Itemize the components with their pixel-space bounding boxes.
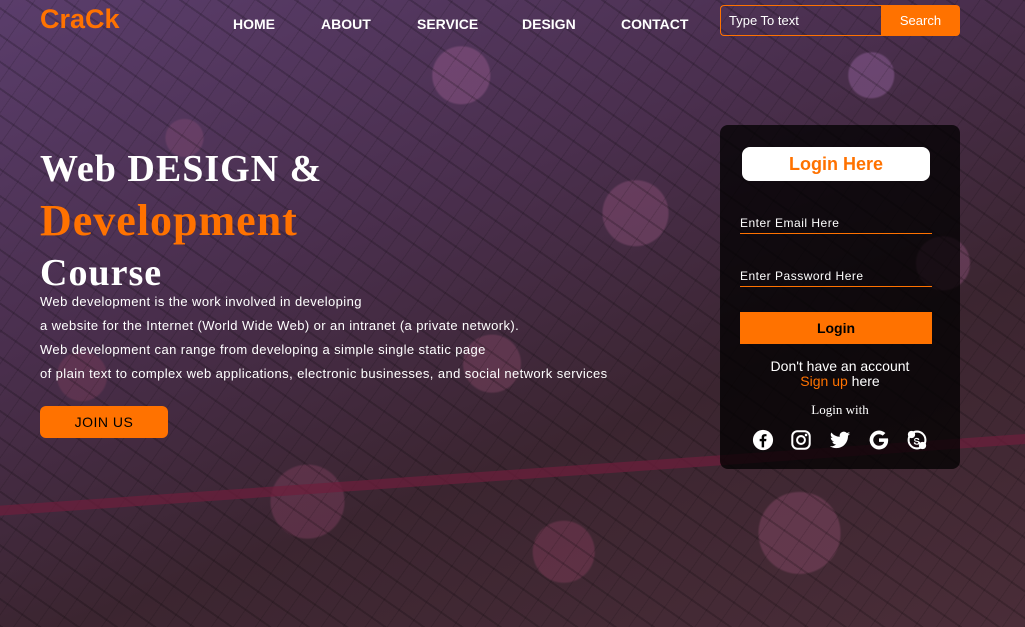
social-login-icons [752, 429, 928, 453]
login-card: Login Here Login Don't have an account S… [720, 125, 960, 469]
nav-service[interactable]: SERVICE [417, 16, 478, 32]
hero-title-line2: Development [40, 196, 298, 245]
nav-design[interactable]: DESIGN [522, 16, 576, 32]
hero-description-line: Web development can range from developin… [40, 342, 486, 357]
hero-title: Web DESIGN & Development Course [40, 143, 322, 299]
google-icon[interactable] [868, 429, 890, 451]
search-bar: Search [720, 5, 960, 36]
twitter-icon[interactable] [829, 429, 851, 451]
hero-description-line: of plain text to complex web application… [40, 366, 608, 381]
no-account-text: Don't have an account [770, 358, 910, 374]
email-field[interactable] [740, 212, 932, 234]
search-button[interactable]: Search [881, 5, 960, 36]
password-field[interactable] [740, 265, 932, 287]
search-input[interactable] [720, 5, 881, 36]
signup-prompt: Don't have an account Sign up here [720, 359, 960, 389]
login-button[interactable]: Login [740, 312, 932, 344]
hero-description: Web development is the work involved in … [40, 290, 690, 386]
nav-contact[interactable]: CONTACT [621, 16, 688, 32]
signup-link[interactable]: Sign up [800, 373, 847, 389]
logo[interactable]: CraCk [40, 4, 120, 35]
signup-suffix: here [847, 373, 880, 389]
hero-description-line: a website for the Internet (World Wide W… [40, 318, 520, 333]
login-with-label: Login with [811, 402, 869, 417]
join-us-button[interactable]: JOIN US [40, 406, 168, 438]
nav-about[interactable]: ABOUT [321, 16, 371, 32]
nav-home[interactable]: HOME [233, 16, 275, 32]
hero-title-line1: Web DESIGN & [40, 148, 323, 190]
facebook-icon[interactable] [752, 429, 774, 451]
login-title: Login Here [742, 147, 930, 181]
skype-icon[interactable] [906, 429, 928, 451]
hero-description-line: Web development is the work involved in … [40, 294, 362, 309]
instagram-icon[interactable] [790, 429, 812, 451]
